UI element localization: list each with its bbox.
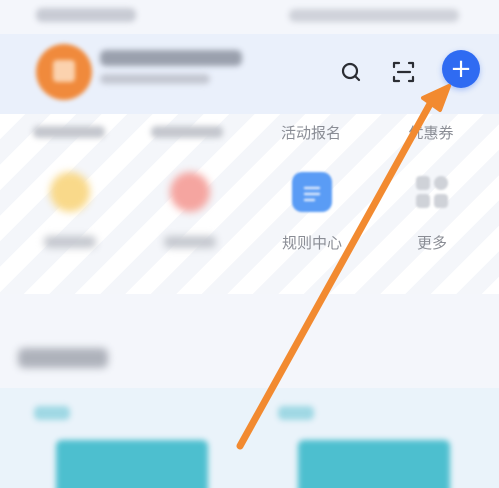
tab-activity-signup[interactable]: 活动报名 (266, 122, 356, 143)
tab-coupons[interactable]: 优惠券 (386, 122, 476, 143)
shop-avatar[interactable] (36, 44, 92, 100)
promo-tag (278, 406, 314, 420)
promo-card[interactable] (298, 440, 450, 488)
document-icon (292, 172, 332, 212)
blurred-icon (170, 172, 210, 212)
promo-tag (34, 406, 70, 420)
grid-item-blurred-1[interactable] (30, 172, 110, 262)
grid-item-more[interactable]: 更多 (392, 172, 472, 262)
grid-item-blurred-2[interactable] (150, 172, 230, 262)
shop-name (100, 50, 242, 66)
grid-label-more: 更多 (416, 234, 447, 252)
app-screen: + 活动报名 优惠券 规则中心 更多 (0, 0, 499, 488)
status-bar (0, 0, 499, 34)
scan-icon (392, 61, 415, 83)
blurred-icon (50, 172, 90, 212)
search-button[interactable] (333, 54, 369, 90)
search-icon (341, 62, 361, 82)
add-button[interactable]: + (442, 50, 480, 88)
shop-subtitle (100, 74, 210, 84)
grid-icon (412, 172, 452, 212)
promo-card[interactable] (56, 440, 208, 488)
plus-icon: + (450, 54, 472, 84)
promo-section (0, 388, 499, 488)
section-title (18, 348, 108, 368)
status-time (36, 8, 136, 22)
top-header: + (0, 34, 499, 114)
tab-blurred-1[interactable] (24, 122, 114, 138)
tab-blurred-2[interactable] (142, 122, 232, 138)
grid-label-rules-center: 规则中心 (281, 234, 342, 252)
scan-button[interactable] (386, 54, 422, 90)
function-panel: 活动报名 优惠券 规则中心 更多 (0, 114, 499, 294)
shop-logo-icon (53, 60, 75, 82)
status-indicators (289, 9, 459, 22)
grid-item-rules-center[interactable]: 规则中心 (272, 172, 352, 262)
